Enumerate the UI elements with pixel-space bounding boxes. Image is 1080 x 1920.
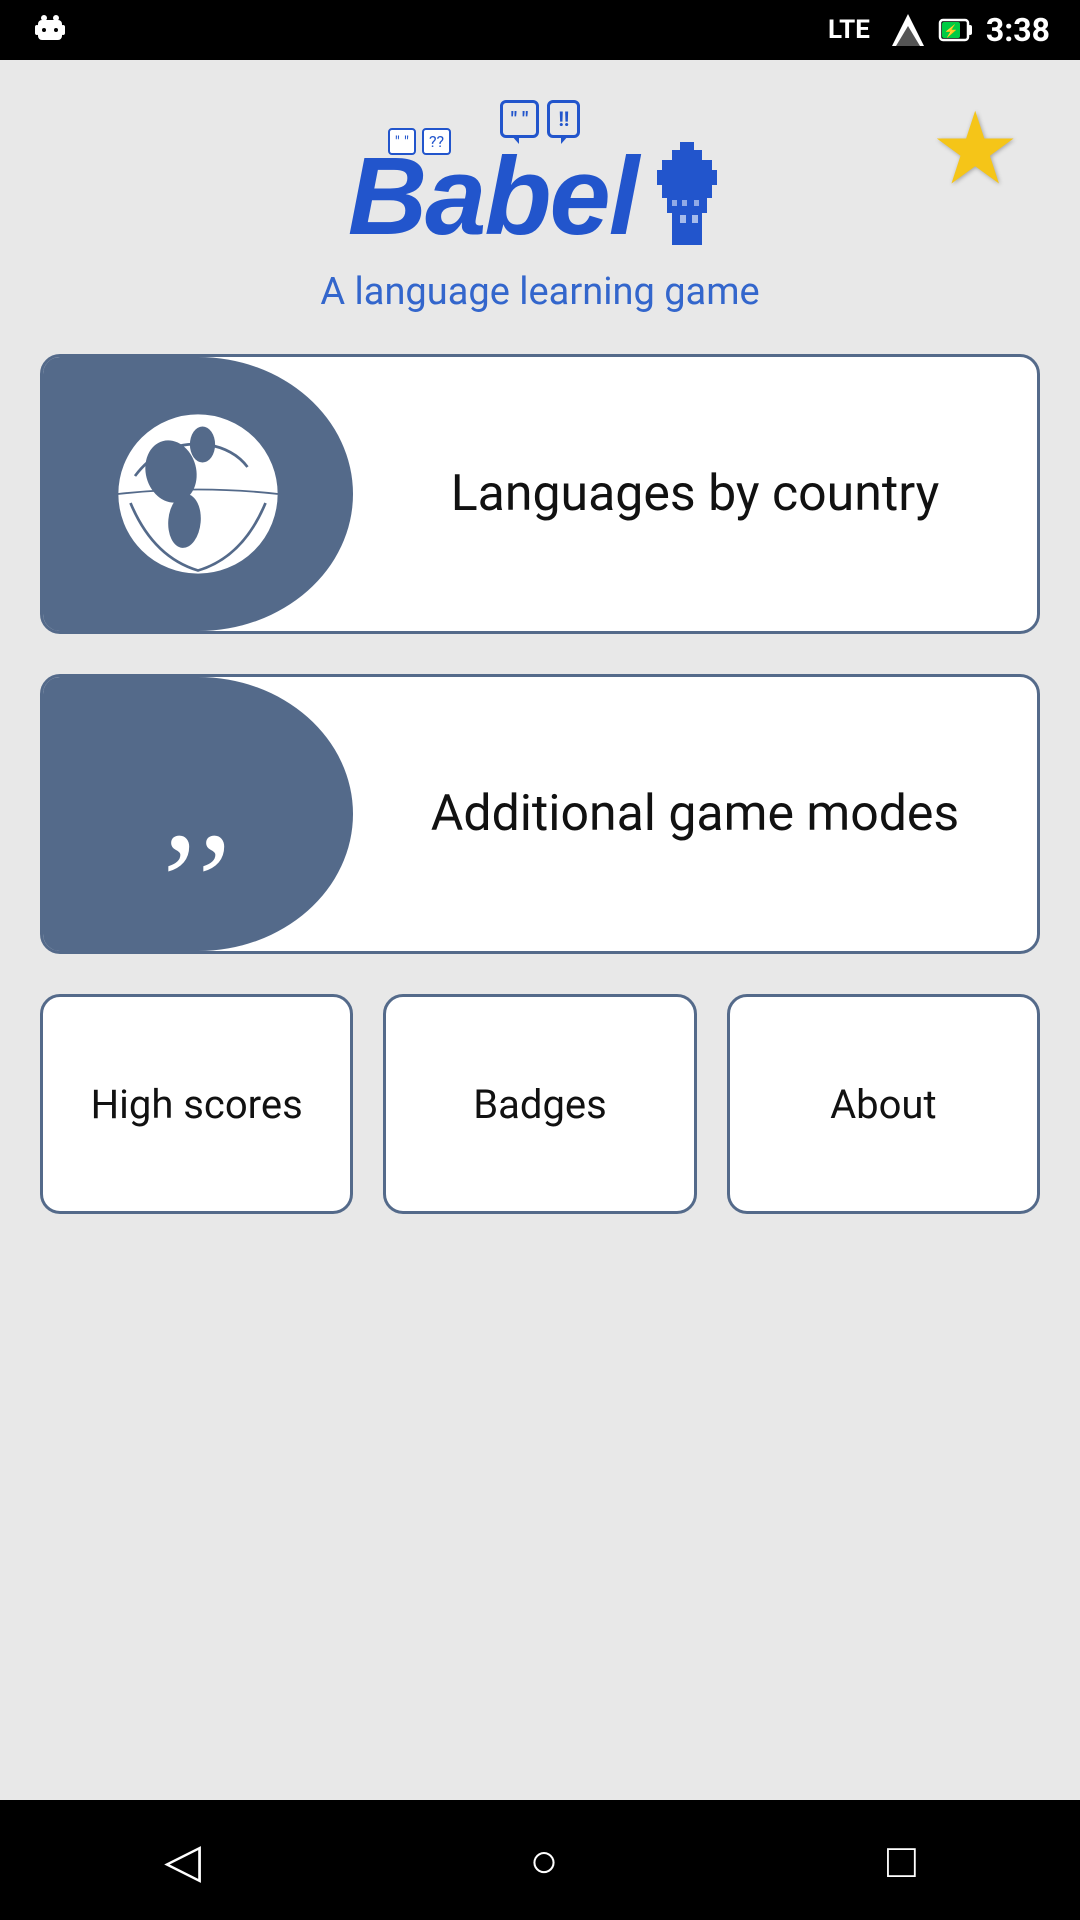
globe-icon-container <box>43 357 353 631</box>
globe-svg <box>108 404 288 584</box>
languages-by-country-label: Languages by country <box>353 357 1037 631</box>
status-icons: LTE ⚡ 3:38 <box>828 11 1050 49</box>
high-scores-label: High scores <box>91 1081 303 1128</box>
additional-game-modes-label: Additional game modes <box>353 677 1037 951</box>
header: " " !! " " <box>40 100 1040 314</box>
additional-game-modes-button[interactable]: ,, Additional game modes <box>40 674 1040 954</box>
languages-by-country-button[interactable]: Languages by country <box>40 354 1040 634</box>
about-label: About <box>830 1081 937 1128</box>
app-content: " " !! " " <box>0 60 1080 1800</box>
back-button[interactable]: ◁ <box>164 1832 201 1889</box>
status-bar-left <box>30 10 70 50</box>
badges-button[interactable]: Badges <box>383 994 696 1214</box>
svg-text:⚡: ⚡ <box>943 24 958 38</box>
status-time: 3:38 <box>986 11 1050 49</box>
badges-label: Badges <box>473 1081 607 1128</box>
star-button[interactable]: ★ <box>930 100 1020 200</box>
inner-bubble2: ?? <box>429 132 444 151</box>
lte-label: LTE <box>828 15 870 45</box>
recent-apps-button[interactable]: □ <box>887 1832 916 1889</box>
main-buttons: Languages by country ,, Additional game … <box>40 354 1040 954</box>
logo-container: " " !! " " <box>320 100 759 314</box>
android-icon <box>30 10 70 50</box>
quote-marks-icon: ,, <box>163 748 233 880</box>
bottom-buttons: High scores Badges About <box>40 994 1040 1214</box>
home-button[interactable]: ○ <box>529 1832 558 1889</box>
tower-icon <box>642 140 732 250</box>
high-scores-button[interactable]: High scores <box>40 994 353 1214</box>
about-button[interactable]: About <box>727 994 1040 1214</box>
star-icon: ★ <box>930 91 1020 208</box>
inner-bubble1: " " <box>395 132 409 151</box>
app-subtitle: A language learning game <box>320 270 759 314</box>
navigation-bar: ◁ ○ □ <box>0 1800 1080 1920</box>
battery-icon: ⚡ <box>938 12 974 48</box>
signal-icon <box>890 12 926 48</box>
logo-title-row: " " ?? Babel <box>348 133 733 260</box>
status-bar: LTE ⚡ 3:38 <box>0 0 1080 60</box>
quote-icon-container: ,, <box>43 677 353 951</box>
bubble2-text: !! <box>558 107 569 131</box>
bubble1-text: " " <box>511 107 529 131</box>
